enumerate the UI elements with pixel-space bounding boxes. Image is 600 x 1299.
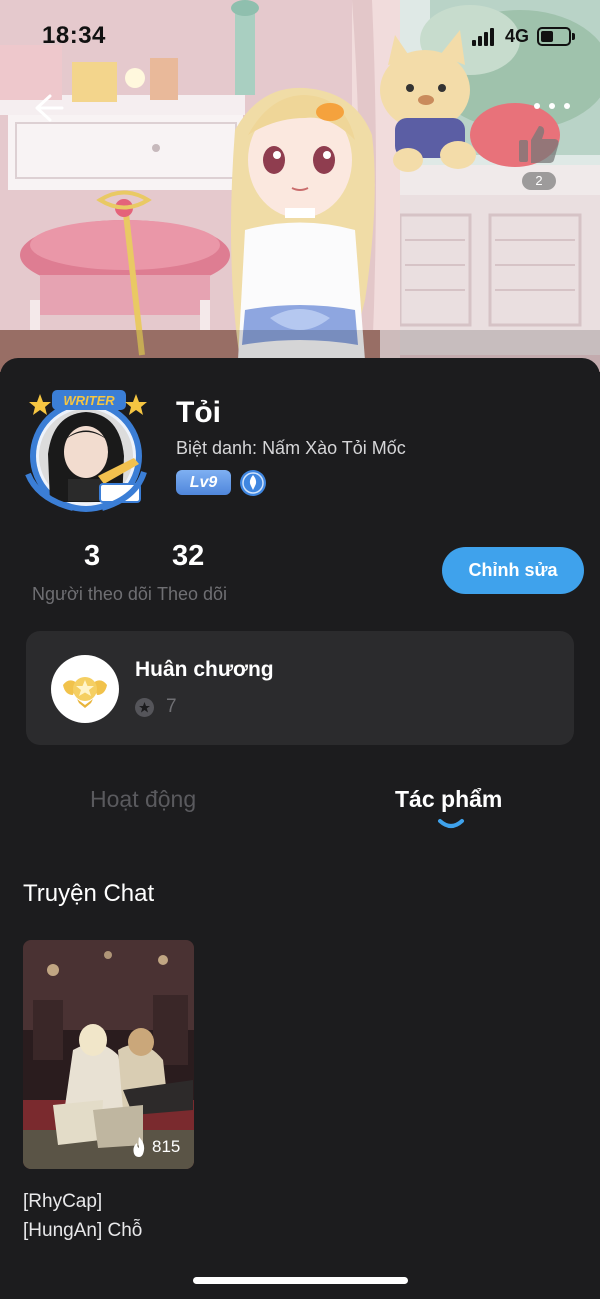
thumbs-up-icon [519,126,559,163]
avatar[interactable]: WRITER [18,384,160,514]
followers-label[interactable]: Người theo dõi [32,584,152,605]
back-arrow-icon [35,94,64,122]
avatar-frame: WRITER [25,390,147,512]
profile-nickname: Biệt danh: Nấm Xào Tỏi Mốc [176,438,406,458]
medal-star-icon [135,698,154,717]
story-views-count: 815 [152,1137,181,1156]
battery-icon [537,27,575,46]
section-title-chat-stories: Truyện Chat [23,880,155,907]
story-title-line2: [HungAn] Chỗ [23,1220,143,1241]
status-time: 18:34 [42,22,106,49]
signal-icon [472,28,498,46]
home-indicator[interactable] [193,1277,408,1284]
story-title[interactable]: [RhyCap] [HungAn] Chỗ [23,1187,223,1245]
like-count: 2 [522,172,556,190]
story-cover[interactable] [23,940,194,1169]
story-title-line1: [RhyCap] [23,1191,103,1212]
edit-profile-button[interactable]: Chỉnh sửa [442,547,584,594]
following-count[interactable]: 32 [172,540,204,573]
more-dots-icon [534,103,540,109]
tab-works[interactable]: Tác phẩm [395,786,502,813]
level-badge[interactable]: Lv9 [176,470,231,495]
status-bar: 18:34 4G [0,0,600,72]
flame-icon [133,1137,145,1157]
profile-name: Tỏi [176,396,221,429]
active-tab-indicator [438,819,464,828]
profile-cover-image: 18:34 4G 2 [0,0,600,372]
medal-icon [51,655,119,723]
tab-activity[interactable]: Hoạt động [90,786,196,813]
writer-badge-icon [240,470,266,496]
story-cover-image [23,940,194,1169]
network-label: 4G [505,26,530,46]
writer-badge[interactable] [239,469,267,497]
medals-title: Huân chương [135,658,274,681]
back-button[interactable] [28,88,68,128]
like-button[interactable] [515,120,563,168]
following-label[interactable]: Theo dõi [157,584,227,605]
followers-count[interactable]: 3 [84,540,100,573]
avatar-badge-text: WRITER [63,393,115,408]
medals-count: 7 [166,696,177,717]
more-options-button[interactable] [530,96,574,116]
